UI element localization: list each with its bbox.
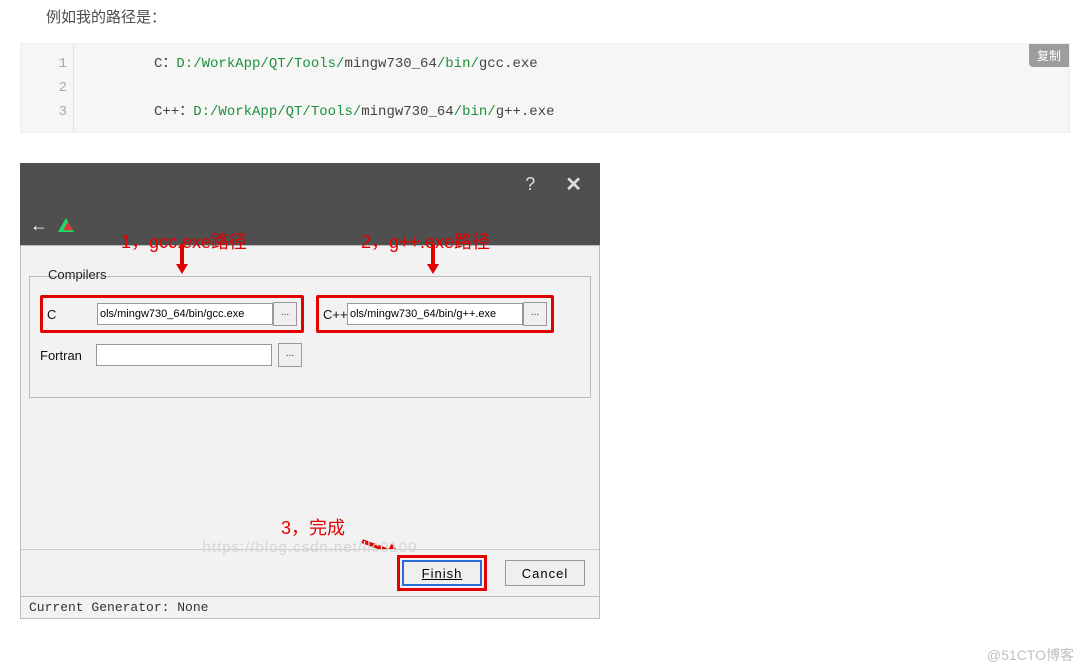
cpp-compiler-input[interactable] [347, 303, 523, 325]
dialog-nav: ← [20, 205, 600, 245]
button-bar: Finish Cancel [21, 549, 599, 596]
titlebar: ? ✕ [20, 163, 600, 205]
cancel-button[interactable]: Cancel [505, 560, 585, 586]
cpp-label: C++ [323, 307, 347, 322]
browse-button[interactable]: ... [273, 302, 297, 326]
dialog-screenshot: ? ✕ ← 1，gcc.exe路径 2，g++.exe路径 Compilers … [20, 163, 600, 619]
compiler-row-fortran: Fortran ... [40, 343, 580, 367]
dialog-body: 1，gcc.exe路径 2，g++.exe路径 Compilers C ... … [20, 245, 600, 597]
cmake-logo-icon [58, 218, 74, 232]
back-icon[interactable]: ← [30, 215, 48, 236]
annotation-3: 3，完成 [281, 514, 345, 540]
code-content: C：D:/WorkApp/QT/Tools/mingw730_64/bin/gc… [74, 44, 555, 132]
browse-button[interactable]: ... [278, 343, 302, 367]
intro-text: 例如我的路径是： [46, 6, 1090, 27]
arrow-down-icon [176, 264, 188, 274]
line-number: 1 [27, 52, 67, 76]
c-label: C [47, 307, 97, 322]
fortran-label: Fortran [40, 348, 90, 363]
fortran-compiler-input[interactable] [96, 344, 272, 366]
fieldset-legend: Compilers [44, 267, 111, 282]
compilers-fieldset: Compilers C ... C++ ... Fortran ... [29, 276, 591, 398]
status-bar: Current Generator: None [20, 597, 600, 619]
code-block: 1 2 3 C：D:/WorkApp/QT/Tools/mingw730_64/… [20, 43, 1070, 133]
page-footer: @51CTO博客 [987, 645, 1074, 665]
help-icon[interactable]: ? [525, 174, 535, 195]
annotation-1: 1，gcc.exe路径 [121, 228, 247, 254]
c-compiler-group: C ... [40, 295, 304, 333]
code-gutter: 1 2 3 [21, 44, 74, 132]
line-number: 3 [27, 100, 67, 124]
line-number: 2 [27, 76, 67, 100]
compiler-row-c-cpp: C ... C++ ... [40, 295, 580, 333]
finish-highlight: Finish [397, 555, 487, 591]
close-icon[interactable]: ✕ [565, 172, 582, 197]
copy-button[interactable]: 复制 [1029, 44, 1069, 67]
finish-button[interactable]: Finish [402, 560, 482, 586]
arrow-down-icon [427, 264, 439, 274]
cpp-compiler-group: C++ ... [316, 295, 554, 333]
c-compiler-input[interactable] [97, 303, 273, 325]
annotation-2: 2，g++.exe路径 [361, 228, 490, 254]
browse-button[interactable]: ... [523, 302, 547, 326]
